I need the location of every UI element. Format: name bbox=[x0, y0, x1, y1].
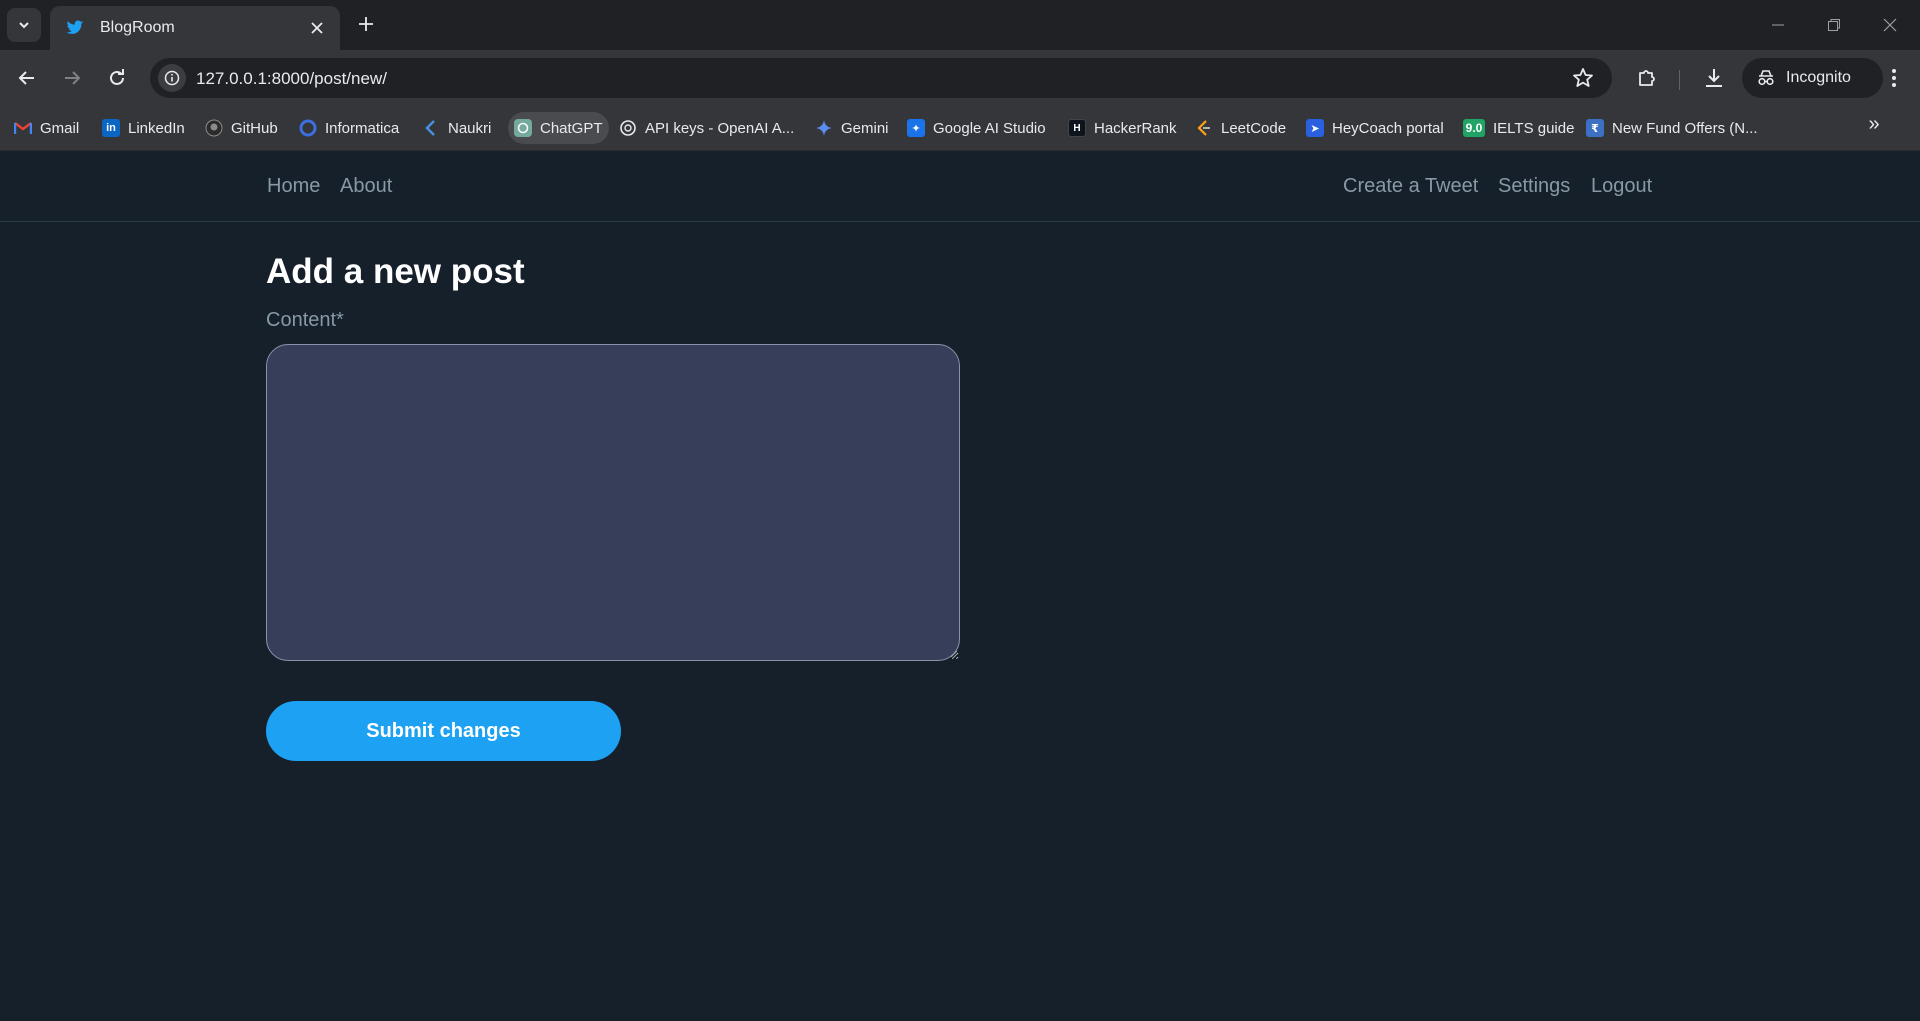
openai-icon bbox=[619, 119, 637, 137]
toolbar-divider bbox=[1679, 70, 1680, 90]
more-vertical-icon bbox=[1892, 69, 1896, 87]
chevron-down-icon bbox=[19, 22, 29, 29]
minimize-icon bbox=[1772, 24, 1784, 26]
resize-handle-icon[interactable] bbox=[948, 648, 958, 658]
site-navbar: Home About Create a Tweet Settings Logou… bbox=[0, 151, 1920, 222]
content-textarea[interactable] bbox=[266, 344, 960, 661]
arrow-right-icon bbox=[65, 71, 81, 85]
ielts-icon: 9.0 bbox=[1463, 119, 1485, 137]
page-title: Add a new post bbox=[266, 252, 525, 291]
nav-logout-link[interactable]: Logout bbox=[1591, 175, 1652, 198]
tab-strip: BlogRoom bbox=[0, 0, 1920, 50]
plus-icon bbox=[359, 17, 373, 31]
download-icon bbox=[1706, 69, 1722, 87]
site-info-icon[interactable] bbox=[158, 64, 186, 92]
bookmark-ielts-guide[interactable]: 9.0 IELTS guide bbox=[1457, 112, 1580, 144]
bookmark-api-keys[interactable]: API keys - OpenAI A... bbox=[613, 112, 800, 144]
reload-button[interactable] bbox=[101, 62, 133, 94]
gmail-icon bbox=[14, 119, 32, 137]
arrow-left-icon bbox=[18, 71, 34, 85]
twitter-bird-icon bbox=[65, 18, 85, 38]
tab-title: BlogRoom bbox=[100, 19, 175, 36]
back-button[interactable] bbox=[11, 62, 43, 94]
bookmark-github[interactable]: GitHub bbox=[199, 112, 284, 144]
close-icon bbox=[1883, 18, 1897, 32]
bookmark-label: ChatGPT bbox=[540, 119, 603, 137]
bookmark-gemini[interactable]: Gemini bbox=[809, 112, 895, 144]
browser-tab[interactable]: BlogRoom bbox=[50, 6, 340, 50]
nav-home-link[interactable]: Home bbox=[267, 175, 320, 198]
github-icon bbox=[205, 119, 223, 137]
bookmark-google-ai-studio[interactable]: ✦ Google AI Studio bbox=[901, 112, 1052, 144]
incognito-label: Incognito bbox=[1786, 69, 1851, 86]
bookmark-label: LeetCode bbox=[1221, 119, 1287, 137]
bookmark-label: API keys - OpenAI A... bbox=[645, 119, 795, 137]
bookmark-label: Gmail bbox=[40, 119, 80, 137]
google-ai-studio-icon: ✦ bbox=[907, 119, 925, 137]
bookmark-label: HeyCoach portal bbox=[1332, 119, 1444, 137]
close-window-button[interactable] bbox=[1862, 0, 1918, 50]
close-tab-icon[interactable] bbox=[306, 17, 328, 39]
chatgpt-icon bbox=[514, 119, 532, 137]
bookmark-linkedin[interactable]: in LinkedIn bbox=[96, 112, 191, 144]
bookmark-label: Naukri bbox=[448, 119, 492, 137]
browser-toolbar: 127.0.0.1:8000/post/new/ Incognito bbox=[0, 50, 1920, 106]
reload-icon bbox=[110, 69, 124, 85]
bookmark-label: LinkedIn bbox=[128, 119, 185, 137]
bookmark-new-fund-offers[interactable]: ₹ New Fund Offers (N... bbox=[1580, 112, 1764, 144]
bookmarks-overflow-icon[interactable]: » bbox=[1862, 112, 1886, 136]
bookmark-naukri[interactable]: Naukri bbox=[416, 112, 497, 144]
bookmark-gmail[interactable]: Gmail bbox=[8, 112, 85, 144]
nav-settings-link[interactable]: Settings bbox=[1498, 175, 1570, 198]
address-bar[interactable]: 127.0.0.1:8000/post/new/ bbox=[150, 58, 1612, 98]
bookmarks-bar: Gmail in LinkedIn GitHub Informatica Nau… bbox=[0, 106, 1920, 151]
bookmark-label: IELTS guide bbox=[1493, 119, 1575, 137]
bookmark-heycoach[interactable]: ➤ HeyCoach portal bbox=[1300, 112, 1450, 144]
submit-button[interactable]: Submit changes bbox=[266, 701, 621, 761]
bookmark-label: New Fund Offers (N... bbox=[1612, 119, 1758, 137]
browser-menu-button[interactable] bbox=[1880, 64, 1908, 92]
downloads-button[interactable] bbox=[1700, 64, 1728, 92]
bookmark-chatgpt[interactable]: ChatGPT bbox=[508, 112, 609, 144]
extensions-button[interactable] bbox=[1633, 64, 1661, 92]
nav-create-tweet-link[interactable]: Create a Tweet bbox=[1343, 175, 1478, 198]
new-tab-button[interactable] bbox=[352, 10, 380, 38]
bookmark-informatica[interactable]: Informatica bbox=[293, 112, 405, 144]
linkedin-icon: in bbox=[102, 119, 120, 137]
hackerrank-icon: H bbox=[1068, 119, 1086, 137]
fund-offers-icon: ₹ bbox=[1586, 119, 1604, 137]
url-text[interactable]: 127.0.0.1:8000/post/new/ bbox=[196, 69, 387, 89]
bookmark-leetcode[interactable]: LeetCode bbox=[1189, 112, 1292, 144]
incognito-profile-button[interactable]: Incognito bbox=[1742, 58, 1883, 98]
restore-icon bbox=[1828, 19, 1840, 31]
bookmark-label: Google AI Studio bbox=[933, 119, 1046, 137]
naukri-icon bbox=[422, 119, 440, 137]
tab-search-button[interactable] bbox=[7, 8, 41, 42]
nav-about-link[interactable]: About bbox=[340, 175, 392, 198]
gemini-icon bbox=[815, 119, 833, 137]
bookmark-label: Informatica bbox=[325, 119, 400, 137]
bookmark-hackerrank[interactable]: H HackerRank bbox=[1062, 112, 1183, 144]
bookmark-label: GitHub bbox=[231, 119, 278, 137]
informatica-icon bbox=[299, 119, 317, 137]
leetcode-icon bbox=[1195, 119, 1213, 137]
incognito-icon bbox=[1758, 70, 1774, 86]
bookmark-star-icon[interactable] bbox=[1572, 67, 1594, 89]
forward-button[interactable] bbox=[56, 62, 88, 94]
content-label: Content* bbox=[266, 309, 344, 331]
minimize-button[interactable] bbox=[1750, 0, 1806, 50]
puzzle-icon bbox=[1639, 70, 1655, 86]
bookmark-label: Gemini bbox=[841, 119, 889, 137]
heycoach-icon: ➤ bbox=[1306, 119, 1324, 137]
bookmark-label: HackerRank bbox=[1094, 119, 1177, 137]
restore-button[interactable] bbox=[1806, 0, 1862, 50]
